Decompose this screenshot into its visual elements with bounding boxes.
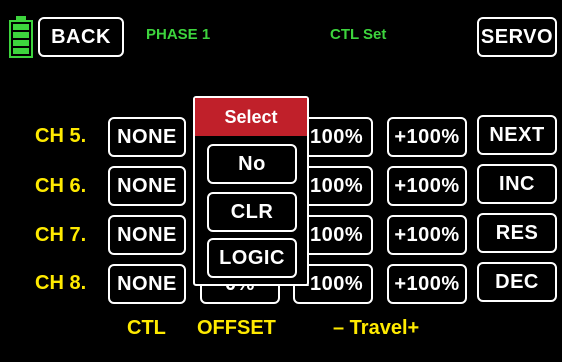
res-button[interactable]: RES — [477, 213, 557, 253]
transmitter-screen: BACK PHASE 1 CTL Set SERVO CH 5. CH 6. C… — [0, 0, 562, 362]
battery-icon — [9, 16, 33, 58]
travel-plus-ch7-field[interactable]: +100% — [387, 215, 467, 255]
phase-label: PHASE 1 — [146, 26, 211, 43]
ctl-ch6-field[interactable]: NONE — [108, 166, 186, 206]
footer-travel-label: – Travel+ — [333, 317, 420, 339]
back-button[interactable]: BACK — [38, 17, 124, 57]
popup-title: Select — [195, 98, 307, 136]
footer-ctl-label: CTL — [127, 317, 166, 339]
footer-offset-label: OFFSET — [197, 317, 276, 339]
screen-title: CTL Set — [330, 26, 387, 43]
channel-label-ch5: CH 5. — [35, 125, 87, 147]
channel-label-ch7: CH 7. — [35, 224, 87, 246]
popup-option-clr[interactable]: CLR — [207, 192, 297, 232]
ctl-ch8-field[interactable]: NONE — [108, 264, 186, 304]
travel-plus-ch6-field[interactable]: +100% — [387, 166, 467, 206]
ctl-ch5-field[interactable]: NONE — [108, 117, 186, 157]
servo-button[interactable]: SERVO — [477, 17, 557, 57]
inc-button[interactable]: INC — [477, 164, 557, 204]
popup-option-no[interactable]: No — [207, 144, 297, 184]
next-button[interactable]: NEXT — [477, 115, 557, 155]
channel-label-ch6: CH 6. — [35, 175, 87, 197]
channel-label-ch8: CH 8. — [35, 272, 87, 294]
travel-plus-ch8-field[interactable]: +100% — [387, 264, 467, 304]
travel-plus-ch5-field[interactable]: +100% — [387, 117, 467, 157]
dec-button[interactable]: DEC — [477, 262, 557, 302]
ctl-ch7-field[interactable]: NONE — [108, 215, 186, 255]
popup-option-logic[interactable]: LOGIC — [207, 238, 297, 278]
select-popup: Select No CLR LOGIC — [193, 96, 309, 286]
